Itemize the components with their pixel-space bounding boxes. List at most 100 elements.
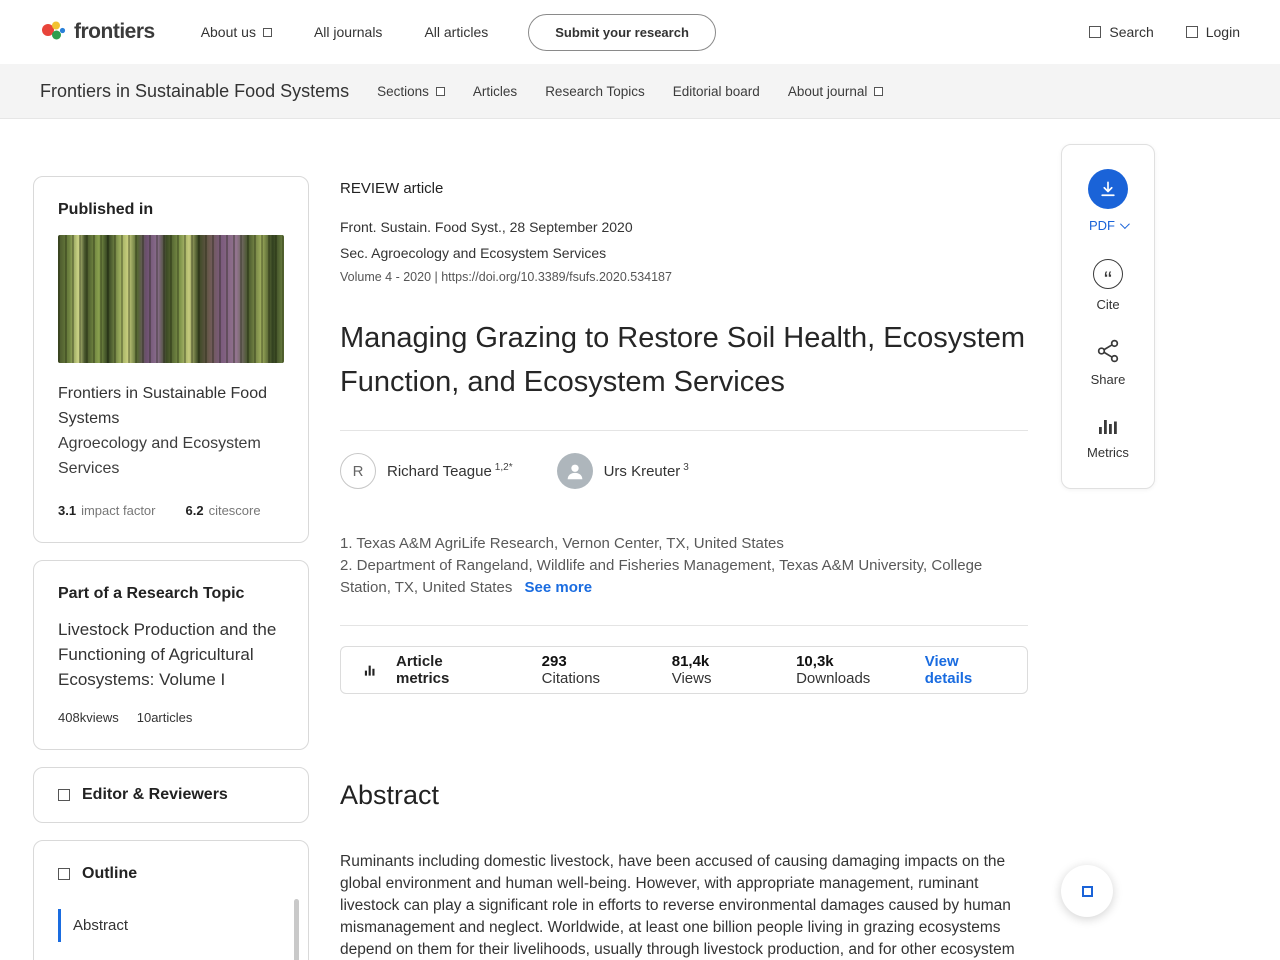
volume-text: Volume 4 - 2020 | — [340, 270, 442, 284]
article-section-line: Sec. Agroecology and Ecosystem Services — [340, 245, 607, 261]
main-nav-links: About us All journals All articles — [201, 24, 489, 40]
frontiers-logo-icon — [42, 21, 66, 40]
author-affil-sup: 3 — [683, 462, 689, 473]
journal-nav-articles[interactable]: Articles — [473, 84, 517, 99]
doi-link[interactable]: https://doi.org/10.3389/fsufs.2020.53418… — [441, 270, 672, 284]
frontiers-logo[interactable]: frontiers — [40, 19, 155, 45]
bar-chart-icon — [364, 665, 375, 676]
affiliation-2-row: 2. Department of Rangeland, Wildlife and… — [340, 555, 1028, 599]
login-label: Login — [1205, 24, 1240, 40]
topic-views-value: 408k — [58, 710, 87, 725]
articles-label: Articles — [472, 83, 518, 99]
affiliation-1: 1. Texas A&M AgriLife Research, Vernon C… — [340, 535, 784, 552]
download-icon — [1101, 181, 1115, 197]
downloads-stat: 10,3k Downloads — [796, 653, 905, 687]
article-actions-card: PDF “ Cite Share Metrics — [1061, 144, 1155, 489]
top-navigation: frontiers About us All journals All arti… — [0, 0, 1280, 64]
outline-item-abstract[interactable]: Abstract — [58, 909, 284, 942]
journal-nav-about-journal[interactable]: About journal — [788, 84, 884, 99]
impact-factor-value: 3.1 — [58, 503, 77, 518]
author-name-text: Richard Teague — [387, 463, 492, 480]
sections-label: Sections — [377, 83, 429, 99]
journal-nav-editorial-board[interactable]: Editorial board — [673, 84, 760, 99]
editorial-board-label: Editorial board — [672, 83, 760, 99]
citescore-label: citescore — [208, 503, 261, 518]
research-topics-label: Research Topics — [545, 83, 645, 99]
article-main: REVIEW article Front. Sustain. Food Syst… — [340, 180, 1028, 960]
divider — [340, 625, 1028, 626]
affiliation-2: 2. Department of Rangeland, Wildlife and… — [340, 557, 983, 596]
submit-research-button[interactable]: Submit your research — [528, 13, 716, 51]
published-section-link[interactable]: Agroecology and Ecosystem Services — [58, 431, 284, 481]
metrics-button[interactable]: Metrics — [1087, 413, 1129, 460]
journal-nav-links: Sections Articles Research Topics Editor… — [377, 84, 884, 99]
share-button[interactable]: Share — [1090, 338, 1126, 387]
affiliations: 1. Texas A&M AgriLife Research, Vernon C… — [340, 511, 1028, 625]
impact-factor-label: impact factor — [81, 503, 156, 518]
nav-about-us-label: About us — [200, 24, 256, 40]
abstract-heading: Abstract — [340, 780, 440, 810]
published-journal-link[interactable]: Frontiers in Sustainable Food Systems — [58, 381, 284, 431]
journal-nav-sections[interactable]: Sections — [377, 84, 445, 99]
page: frontiers About us All journals All arti… — [0, 0, 1280, 960]
outline-toggle[interactable]: Outline — [58, 865, 284, 883]
search-button[interactable]: Search — [1089, 24, 1154, 40]
topic-views-label: views — [86, 710, 119, 725]
citescore-value: 6.2 — [185, 503, 204, 518]
user-icon — [1185, 26, 1198, 38]
author-avatar — [556, 453, 593, 489]
share-icon — [1097, 339, 1119, 363]
journal-title[interactable]: Frontiers in Sustainable Food Systems — [40, 81, 349, 102]
nav-all-articles[interactable]: All articles — [424, 24, 488, 40]
editors-icon — [58, 789, 70, 801]
view-details-link[interactable]: View details — [925, 653, 1005, 687]
article-title: Managing Grazing to Restore Soil Health,… — [340, 322, 1026, 398]
editors-reviewers-heading: Editor & Reviewers — [82, 786, 228, 803]
article-metrics-bar: Article metrics 293 Citations 81,4k View… — [340, 646, 1028, 694]
outline-heading: Outline — [82, 865, 138, 882]
left-sidebar: Published in Frontiers in Sustainable Fo… — [33, 176, 309, 960]
author-richard-teague[interactable]: R Richard Teague 1,2* — [340, 453, 513, 489]
share-label: Share — [1090, 372, 1126, 387]
research-topic-link[interactable]: Livestock Production and the Functioning… — [58, 617, 284, 692]
article-type: REVIEW article — [340, 180, 444, 197]
downloads-value: 10,3k — [796, 653, 834, 670]
article-volume-line: Volume 4 - 2020 | https://doi.org/10.338… — [340, 270, 1028, 284]
dropdown-icon — [874, 86, 884, 96]
pdf-dropdown[interactable]: PDF — [1089, 218, 1130, 233]
published-in-card: Published in Frontiers in Sustainable Fo… — [33, 176, 309, 543]
outline-scrollbar[interactable] — [294, 899, 299, 960]
login-button[interactable]: Login — [1185, 24, 1240, 40]
published-in-heading: Published in — [58, 201, 154, 218]
nav-all-journals-label: All journals — [313, 24, 383, 40]
journal-navigation: Frontiers in Sustainable Food Systems Se… — [0, 64, 1280, 119]
views-stat: 81,4k Views — [672, 653, 748, 687]
author-urs-kreuter[interactable]: Urs Kreuter 3 — [556, 453, 689, 489]
pdf-download-button[interactable] — [1088, 169, 1128, 209]
author-name-text: Urs Kreuter — [603, 463, 681, 480]
metrics-icon — [1098, 420, 1117, 434]
research-topic-stats: 408kviews 10articles — [58, 710, 284, 725]
person-icon — [567, 464, 582, 480]
nav-all-journals[interactable]: All journals — [314, 24, 382, 40]
topic-articles-value: 10 — [136, 710, 152, 725]
editors-reviewers-toggle[interactable]: Editor & Reviewers — [58, 786, 284, 804]
author-name: Richard Teague 1,2* — [387, 462, 513, 480]
search-label: Search — [1109, 24, 1154, 40]
nav-about-us[interactable]: About us — [201, 24, 272, 40]
journal-cover-image[interactable] — [58, 235, 284, 363]
cite-button[interactable]: “ Cite — [1093, 259, 1123, 312]
research-topic-heading: Part of a Research Topic — [58, 585, 245, 602]
topic-views-stat: 408kviews — [58, 710, 119, 725]
impact-factor-stat: 3.1 impact factor — [58, 503, 156, 518]
journal-nav-research-topics[interactable]: Research Topics — [545, 84, 645, 99]
feedback-button[interactable] — [1061, 865, 1113, 917]
authors-row: R Richard Teague 1,2* Urs Kreuter 3 — [340, 431, 1028, 511]
citations-stat: 293 Citations — [542, 653, 624, 687]
search-icon — [1089, 26, 1102, 38]
see-more-link[interactable]: See more — [525, 579, 593, 596]
dropdown-icon — [262, 27, 272, 37]
about-journal-label: About journal — [787, 83, 868, 99]
citations-label: Citations — [541, 670, 601, 687]
avatar-initial: R — [352, 462, 364, 480]
